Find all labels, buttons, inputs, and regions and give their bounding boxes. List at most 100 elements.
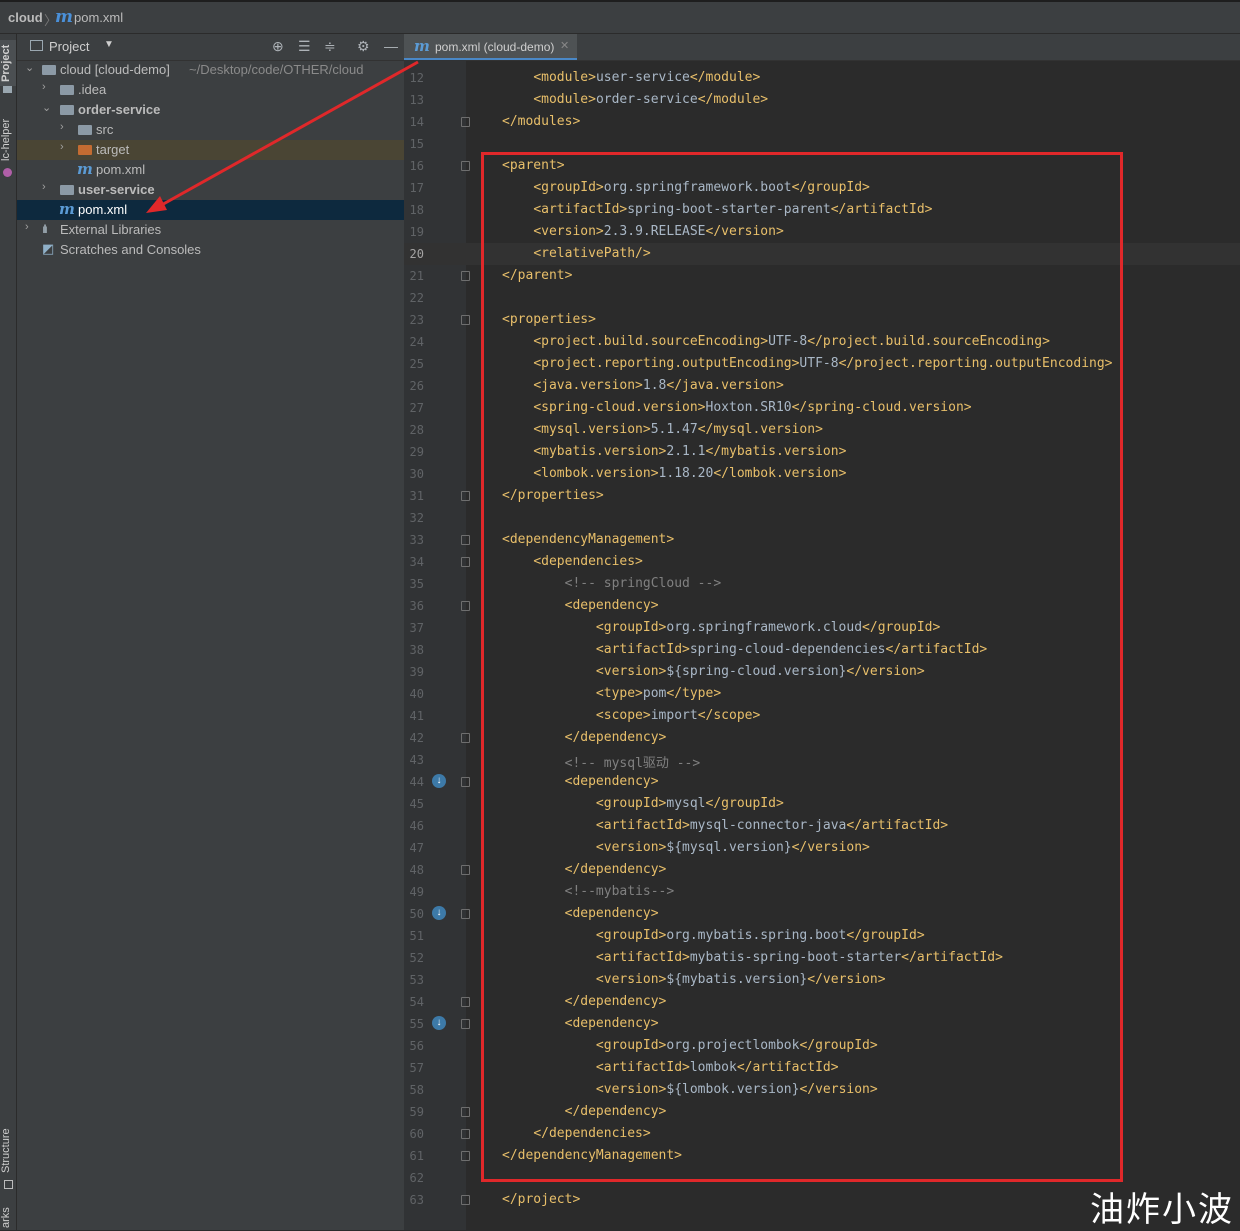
maven-dependency-gutter-icon[interactable]: ↓ <box>432 1016 446 1030</box>
fold-marker-icon[interactable] <box>461 271 470 281</box>
code-text[interactable]: </dependency> <box>502 1104 667 1119</box>
code-text[interactable]: <groupId>org.projectlombok</groupId> <box>502 1038 878 1053</box>
code-text[interactable]: <module>order-service</module> <box>502 92 768 107</box>
close-icon[interactable]: ✕ <box>560 39 569 52</box>
code-text[interactable]: <groupId>org.springframework.cloud</grou… <box>502 620 940 635</box>
chevron-right-icon[interactable]: › <box>25 221 29 233</box>
code-line[interactable]: 18 <artifactId>spring-boot-starter-paren… <box>404 199 1240 221</box>
code-line[interactable]: 61 </dependencyManagement> <box>404 1145 1240 1167</box>
code-text[interactable]: <spring-cloud.version>Hoxton.SR10</sprin… <box>502 400 971 415</box>
code-line[interactable]: 50 ↓ <dependency> <box>404 903 1240 925</box>
tree-item-src[interactable]: › src <box>17 120 404 140</box>
code-line[interactable]: 40 <type>pom</type> <box>404 683 1240 705</box>
code-line[interactable]: 47 <version>${mysql.version}</version> <box>404 837 1240 859</box>
code-text[interactable]: <mysql.version>5.1.47</mysql.version> <box>502 422 823 437</box>
code-text[interactable]: <dependencyManagement> <box>502 532 674 547</box>
tree-item-scratches[interactable]: ◩ Scratches and Consoles <box>17 240 404 260</box>
code-line[interactable]: 58 <version>${lombok.version}</version> <box>404 1079 1240 1101</box>
code-text[interactable]: <dependency> <box>502 774 659 789</box>
code-text[interactable]: <!--mybatis--> <box>502 884 675 899</box>
code-line[interactable]: 30 <lombok.version>1.18.20</lombok.versi… <box>404 463 1240 485</box>
code-line[interactable]: 53 <version>${mybatis.version}</version> <box>404 969 1240 991</box>
code-line[interactable]: 49 <!--mybatis--> <box>404 881 1240 903</box>
project-view-selector[interactable]: Project <box>49 39 89 54</box>
code-line[interactable]: 39 <version>${spring-cloud.version}</ver… <box>404 661 1240 683</box>
code-line[interactable]: 34 <dependencies> <box>404 551 1240 573</box>
code-line[interactable]: 28 <mysql.version>5.1.47</mysql.version> <box>404 419 1240 441</box>
code-line[interactable]: 45 <groupId>mysql</groupId> <box>404 793 1240 815</box>
code-line[interactable]: 56 <groupId>org.projectlombok</groupId> <box>404 1035 1240 1057</box>
code-text[interactable]: </properties> <box>502 488 604 503</box>
code-line[interactable]: 57 <artifactId>lombok</artifactId> <box>404 1057 1240 1079</box>
fold-marker-icon[interactable] <box>461 1151 470 1161</box>
code-line[interactable]: 17 <groupId>org.springframework.boot</gr… <box>404 177 1240 199</box>
code-line[interactable]: 52 <artifactId>mybatis-spring-boot-start… <box>404 947 1240 969</box>
code-text[interactable]: </dependencyManagement> <box>502 1148 682 1163</box>
chevron-right-icon[interactable]: › <box>60 121 64 133</box>
code-text[interactable]: <!-- mysql驱动 --> <box>502 752 701 771</box>
code-line[interactable]: 41 <scope>import</scope> <box>404 705 1240 727</box>
code-text[interactable]: <dependency> <box>502 906 659 921</box>
chevron-down-icon[interactable]: ⌄ <box>42 101 51 114</box>
tree-item-order-pom[interactable]: m pom.xml <box>17 160 404 180</box>
code-text[interactable]: <!-- springCloud --> <box>502 576 722 591</box>
editor-tab-pom[interactable]: m pom.xml (cloud-demo) ✕ <box>404 34 577 60</box>
code-line[interactable]: 23 <properties> <box>404 309 1240 331</box>
maven-dependency-gutter-icon[interactable]: ↓ <box>432 906 446 920</box>
tree-item-order-service[interactable]: ⌄ order-service <box>17 100 404 120</box>
code-text[interactable]: <type>pom</type> <box>502 686 721 701</box>
fold-marker-icon[interactable] <box>461 161 470 171</box>
code-text[interactable]: <version>${spring-cloud.version}</versio… <box>502 664 925 679</box>
code-text[interactable]: <project.reporting.outputEncoding>UTF-8<… <box>502 356 1112 371</box>
code-line[interactable]: 24 <project.build.sourceEncoding>UTF-8</… <box>404 331 1240 353</box>
code-text[interactable]: <version>${mybatis.version}</version> <box>502 972 886 987</box>
fold-marker-icon[interactable] <box>461 601 470 611</box>
code-text[interactable]: </parent> <box>502 268 572 283</box>
code-line[interactable]: 31 </properties> <box>404 485 1240 507</box>
fold-marker-icon[interactable] <box>461 733 470 743</box>
fold-marker-icon[interactable] <box>461 491 470 501</box>
fold-marker-icon[interactable] <box>461 1195 470 1205</box>
fold-marker-icon[interactable] <box>461 535 470 545</box>
code-line[interactable]: 36 <dependency> <box>404 595 1240 617</box>
code-text[interactable]: <properties> <box>502 312 596 327</box>
fold-marker-icon[interactable] <box>461 1107 470 1117</box>
code-text[interactable]: <dependency> <box>502 1016 659 1031</box>
lc-helper-tool-button[interactable]: lc-helper <box>0 114 16 166</box>
code-text[interactable]: <java.version>1.8</java.version> <box>502 378 783 393</box>
gear-icon[interactable]: ⚙ <box>357 38 370 55</box>
code-text[interactable]: <groupId>org.mybatis.spring.boot</groupI… <box>502 928 925 943</box>
code-text[interactable]: <artifactId>mybatis-spring-boot-starter<… <box>502 950 1003 965</box>
code-line[interactable]: 46 <artifactId>mysql-connector-java</art… <box>404 815 1240 837</box>
code-line[interactable]: 51 <groupId>org.mybatis.spring.boot</gro… <box>404 925 1240 947</box>
fold-marker-icon[interactable] <box>461 1019 470 1029</box>
code-line[interactable]: 26 <java.version>1.8</java.version> <box>404 375 1240 397</box>
code-line[interactable]: 25 <project.reporting.outputEncoding>UTF… <box>404 353 1240 375</box>
code-line[interactable]: 19 <version>2.3.9.RELEASE</version> <box>404 221 1240 243</box>
collapse-all-icon[interactable]: ≑ <box>324 38 336 55</box>
code-line[interactable]: 27 <spring-cloud.version>Hoxton.SR10</sp… <box>404 397 1240 419</box>
code-text[interactable]: </dependency> <box>502 730 667 745</box>
structure-tool-button[interactable]: Structure <box>0 1122 16 1180</box>
code-text[interactable]: </dependencies> <box>502 1126 650 1141</box>
tree-item-target[interactable]: › target <box>17 140 404 160</box>
maven-dependency-gutter-icon[interactable]: ↓ <box>432 774 446 788</box>
code-line[interactable]: 43 <!-- mysql驱动 --> <box>404 749 1240 771</box>
code-line[interactable]: 55 ↓ <dependency> <box>404 1013 1240 1035</box>
chevron-right-icon[interactable]: › <box>42 181 46 193</box>
code-line[interactable]: 22 <box>404 287 1240 309</box>
tree-item-idea[interactable]: › .idea <box>17 80 404 100</box>
code-text[interactable]: <version>2.3.9.RELEASE</version> <box>502 224 783 239</box>
code-text[interactable]: <lombok.version>1.18.20</lombok.version> <box>502 466 846 481</box>
tree-item-cloud-root[interactable]: ⌄ cloud [cloud-demo] ~/Desktop/code/OTHE… <box>17 60 404 80</box>
code-line[interactable]: 15 <box>404 133 1240 155</box>
tree-item-user-service[interactable]: › user-service <box>17 180 404 200</box>
fold-marker-icon[interactable] <box>461 777 470 787</box>
code-text[interactable]: <artifactId>lombok</artifactId> <box>502 1060 839 1075</box>
code-text[interactable]: <module>user-service</module> <box>502 70 760 85</box>
code-editor[interactable]: m pom.xml (cloud-demo) ✕ 12 <module>user… <box>404 34 1240 1230</box>
code-line[interactable]: 35 <!-- springCloud --> <box>404 573 1240 595</box>
code-text[interactable]: <scope>import</scope> <box>502 708 760 723</box>
tree-item-root-pom[interactable]: m pom.xml <box>17 200 404 220</box>
code-line[interactable]: 33 <dependencyManagement> <box>404 529 1240 551</box>
